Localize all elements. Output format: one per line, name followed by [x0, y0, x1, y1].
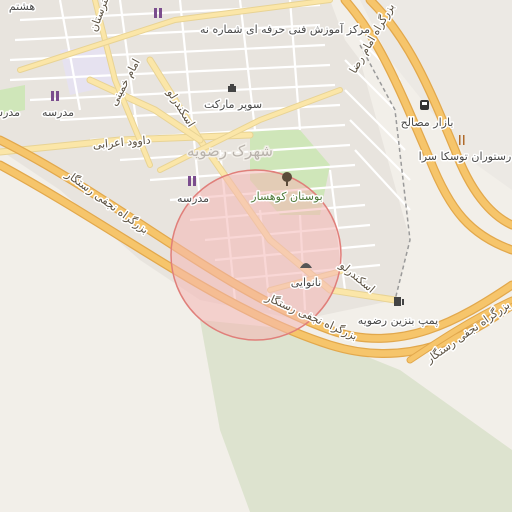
- poi-label: نانوایی: [291, 276, 321, 289]
- poi-label: بوستان کوهسار: [250, 190, 322, 203]
- poi-label-hashtom: هشتم: [9, 0, 35, 13]
- poi-label: پمپ بنزین رضویه: [358, 314, 438, 327]
- bus-stop-icon: [420, 100, 429, 110]
- poi-label: مدرسه: [42, 106, 74, 119]
- district-label: شهرک رضویه: [187, 142, 273, 160]
- fuel-icon: [394, 297, 404, 306]
- poi-label: مرکز آموزش فنی حرفه ای شماره نه: [200, 22, 370, 36]
- poi-label: سوپر مارکت: [204, 98, 262, 111]
- poi-label: بازار مصالح: [401, 116, 454, 129]
- map-svg[interactable]: شهرک رضویه بزرگراه نجفی رستگار بزرگراه ن…: [0, 0, 512, 512]
- poi-label-school-edge: مدرسه: [0, 106, 20, 119]
- poi-label: مدرسه: [177, 192, 209, 205]
- poi-label: رستوران توسکا سرا: [419, 150, 512, 163]
- map-canvas[interactable]: شهرک رضویه بزرگراه نجفی رستگار بزرگراه ن…: [0, 0, 512, 512]
